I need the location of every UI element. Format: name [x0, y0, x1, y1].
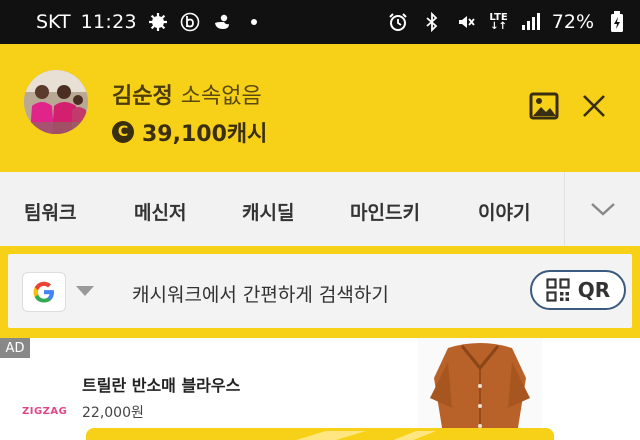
user-name: 김순정 [112, 84, 173, 109]
alarm-clock-icon [387, 11, 409, 33]
chevron-down-icon [590, 203, 615, 216]
search-section: 캐시워크에서 간편하게 검색하기 QR [0, 246, 640, 338]
profile-header: 김순정 소속없음 C 39,100캐시 [0, 44, 640, 172]
close-button[interactable] [578, 90, 610, 122]
tab-messenger[interactable]: 메신저 [134, 198, 186, 225]
qr-code-icon [546, 278, 570, 302]
mute-icon [455, 11, 477, 33]
tab-mindkey[interactable]: 마인드키 [350, 198, 420, 225]
signal-strength-icon [520, 11, 542, 33]
gear-badge-icon [147, 11, 169, 33]
battery-percentage: 72% [551, 11, 594, 33]
carrier-label: SKT [36, 11, 71, 33]
cash-balance: C 39,100캐시 [112, 116, 267, 148]
clock-time: 11:23 [80, 11, 137, 33]
qr-label: QR [577, 278, 611, 302]
google-logo-button[interactable] [22, 272, 66, 312]
search-bar[interactable]: 캐시워크에서 간편하게 검색하기 QR [8, 254, 632, 328]
bottom-popup-sheet[interactable] [86, 428, 554, 440]
ad-product-price: 22,000원 [82, 405, 144, 421]
ad-badge: AD [0, 338, 30, 358]
google-g-icon [33, 281, 54, 303]
status-bar: SKT 11:23 LTE ↓↑ 72% [0, 0, 640, 44]
ad-product-image[interactable] [418, 338, 542, 440]
tab-cashdeal[interactable]: 캐시딜 [242, 198, 294, 225]
data-arrows-icon: ↓↑ [490, 21, 507, 32]
user-name-row: 김순정 소속없음 [112, 78, 262, 110]
user-affiliation: 소속없음 [180, 84, 262, 109]
bluetooth-icon [421, 11, 443, 33]
popup-decoration [86, 431, 554, 440]
engine-dropdown-icon[interactable] [76, 286, 94, 296]
battery-charging-icon [606, 11, 628, 33]
tab-teamwork[interactable]: 팀워크 [24, 198, 76, 225]
notification-dot-icon [243, 11, 265, 33]
cash-amount: 39,100캐시 [142, 122, 268, 147]
b-app-icon [179, 11, 201, 33]
status-right: LTE ↓↑ 72% [387, 11, 628, 33]
search-input[interactable]: 캐시워크에서 간편하게 검색하기 [132, 280, 389, 307]
coin-icon: C [112, 121, 134, 143]
duck-app-icon [211, 11, 233, 33]
ad-brand-logo: ZIGZAG [22, 406, 68, 417]
qr-scan-button[interactable]: QR [530, 270, 626, 310]
image-icon [529, 92, 559, 120]
tab-story[interactable]: 이야기 [478, 198, 530, 225]
ad-product-title[interactable]: 트릴란 반소매 블라우스 [82, 372, 240, 396]
tab-expand-button[interactable] [564, 172, 640, 246]
lte-indicator: LTE ↓↑ [489, 13, 507, 32]
close-icon [583, 95, 605, 117]
ad-banner[interactable]: AD ZIGZAG 트릴란 반소매 블라우스 22,000원 [0, 338, 640, 440]
tab-bar: 팀워크 메신저 캐시딜 마인드키 이야기 [0, 172, 640, 246]
avatar[interactable] [24, 70, 88, 134]
status-left: SKT 11:23 [36, 11, 265, 33]
image-button[interactable] [528, 90, 560, 122]
